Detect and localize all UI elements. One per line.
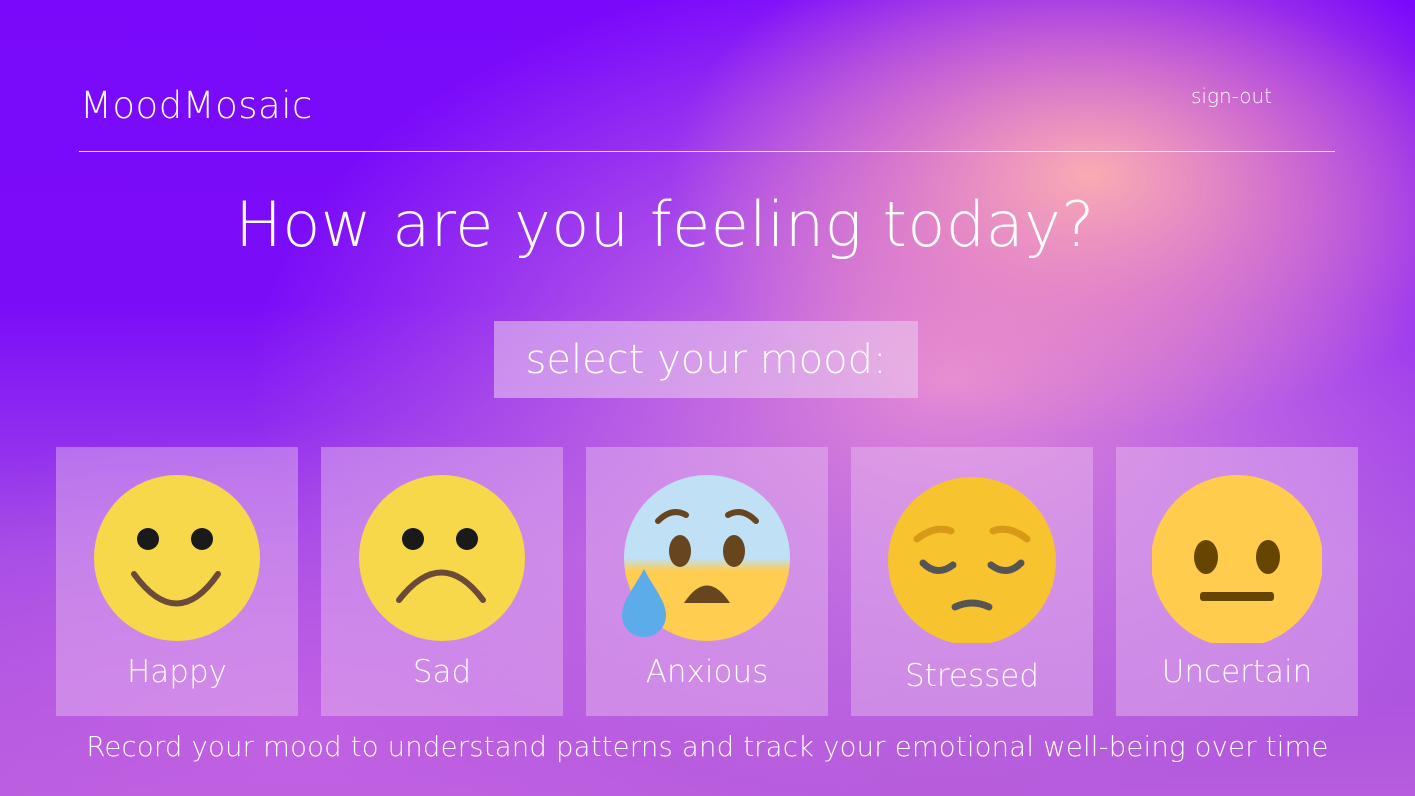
smiling-face-icon [94, 475, 260, 641]
frowning-face-icon [359, 475, 525, 641]
page-headline: How are you feeling today? [235, 188, 1095, 261]
mood-card-stressed[interactable]: Stressed [851, 447, 1093, 716]
mood-label-sad: Sad [412, 654, 472, 690]
brand-logo: MoodMosaic [80, 84, 313, 127]
header-divider [79, 151, 1335, 152]
sign-out-link[interactable]: sign-out [1191, 84, 1272, 108]
mood-label-stressed: Stressed [904, 658, 1040, 694]
mood-card-anxious[interactable]: Anxious [586, 447, 828, 716]
select-mood-prompt: select your mood: [494, 321, 918, 398]
pensive-face-icon [888, 477, 1056, 643]
neutral-face-icon [1152, 475, 1322, 643]
anxious-face-with-sweat-icon [622, 475, 790, 641]
mood-card-sad[interactable]: Sad [321, 447, 563, 716]
mood-label-happy: Happy [126, 654, 227, 690]
mood-label-anxious: Anxious [645, 654, 769, 690]
mood-card-happy[interactable]: Happy [56, 447, 298, 716]
mood-label-uncertain: Uncertain [1161, 654, 1313, 690]
footer-description: Record your mood to understand patterns … [86, 731, 1329, 763]
mood-card-uncertain[interactable]: Uncertain [1116, 447, 1358, 716]
